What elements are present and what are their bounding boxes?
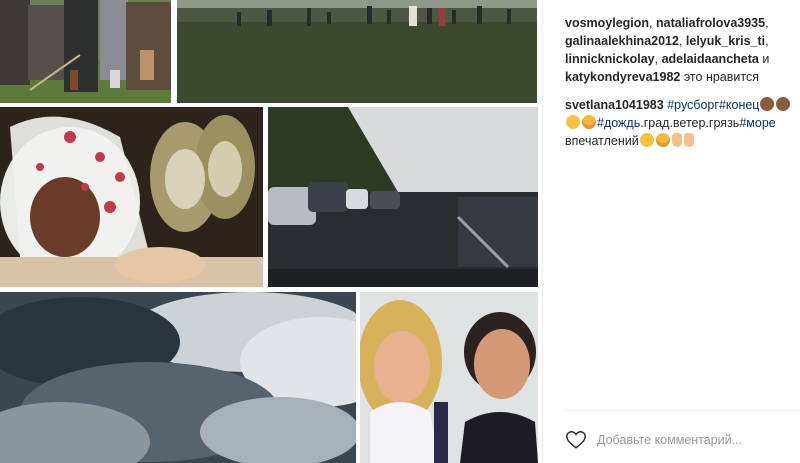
see-no-evil-monkey-icon [760,97,775,111]
conjunction: и [758,52,770,66]
sweat-smile-face-icon [582,115,596,129]
comment-input[interactable] [597,433,787,447]
likes-suffix: это нравится [680,70,759,84]
tired-face-icon [566,115,580,129]
hashtag-link[interactable]: #дождь [597,116,640,130]
shoes-photo [0,107,263,287]
post-side-panel: vosmoylegion, nataliafrolova3935, galina… [542,0,800,463]
ok-hand-icon [671,133,682,147]
liker-link[interactable]: galinaalekhina2012 [565,34,679,48]
separator: , [765,16,769,30]
caption-text: впечатлений [565,134,639,148]
knights-photo [0,0,171,103]
liker-link[interactable]: adelaidaancheta [662,52,759,66]
hashtag-link[interactable]: #конец [719,98,760,112]
liker-link[interactable]: katykondyreva1982 [565,70,680,84]
caption-author-link[interactable]: svetlana1041983 [565,98,664,112]
photo-collage[interactable] [0,0,542,463]
sunglasses-face-icon [655,133,670,147]
festival-field-photo [177,0,537,103]
liker-link[interactable]: lelyuk_kris_ti [686,34,765,48]
comment-row [565,428,797,452]
parked-cars-photo [268,107,538,287]
separator: , [765,34,769,48]
selfie-photo [360,292,538,463]
separator: , [678,34,686,48]
heart-outline-icon[interactable] [565,429,587,451]
post-caption: svetlana1041983 #русборг#конец #дождь.гр… [565,96,800,150]
liker-link[interactable]: linnicknickolay [565,52,655,66]
wink-face-icon [639,133,654,147]
separator: , [649,16,656,30]
storm-clouds-photo [0,292,356,463]
caption-text: .град.ветер.грязь [640,116,740,130]
separator: , [654,52,662,66]
hashtag-link[interactable]: #море [739,116,775,130]
see-no-evil-monkey-icon [776,97,791,111]
victory-hand-icon [683,133,694,147]
hashtag-link[interactable]: #русборг [667,98,719,112]
divider [565,410,800,411]
likes-summary: vosmoylegion, nataliafrolova3935, galina… [565,14,797,86]
liker-link[interactable]: nataliafrolova3935 [656,16,765,30]
liker-link[interactable]: vosmoylegion [565,16,649,30]
